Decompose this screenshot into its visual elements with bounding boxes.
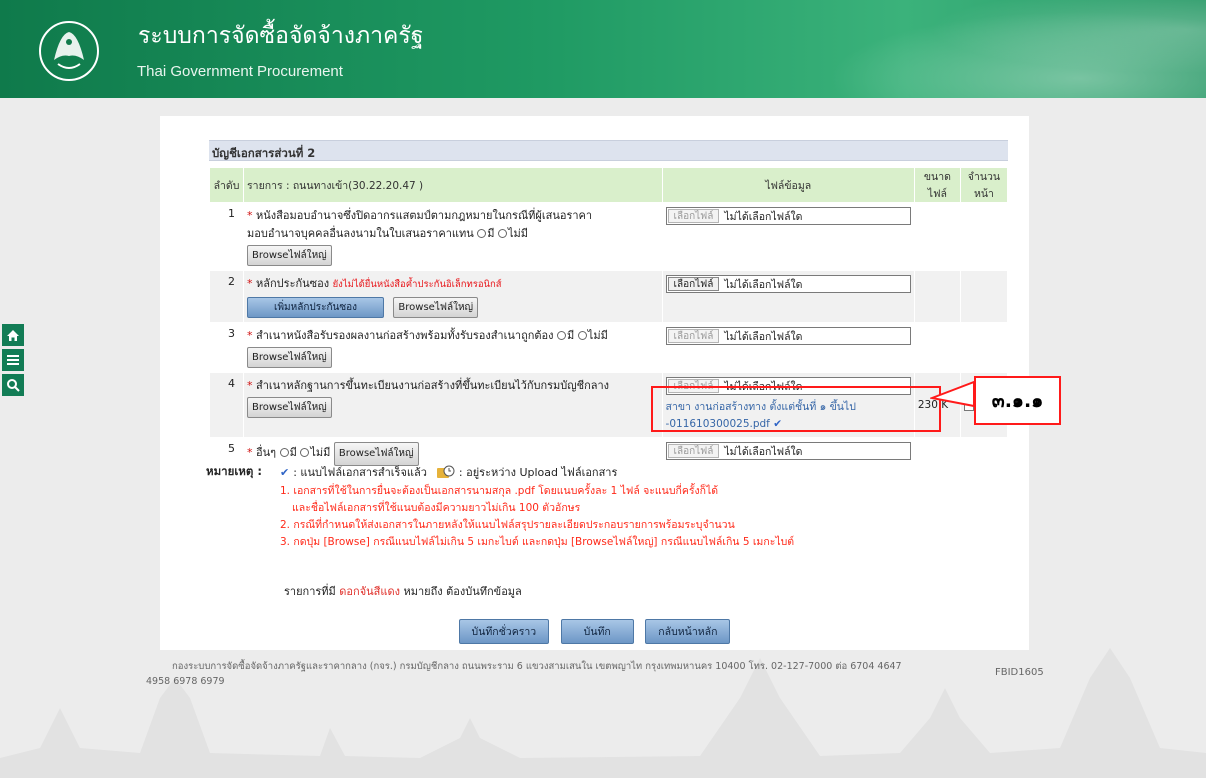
file-input[interactable]: เลือกไฟล์ ไม่ได้เลือกไฟล์ใด [665, 442, 911, 460]
table-row: 1 * หนังสือมอบอำนาจซึ่งปิดอากรแสตมป์ตามก… [208, 202, 1009, 271]
table-row: 3 * สำเนาหนังสือรับรองผลงานก่อสร้างพร้อม… [208, 322, 1009, 373]
government-seal-icon [39, 21, 99, 81]
row-label: สำเนาหนังสือรับรองผลงานก่อสร้างพร้อมทั้ง… [256, 329, 554, 342]
row-number: 3 [208, 322, 245, 373]
radio-yes-label: มี [289, 446, 297, 459]
col-size: ขนาด ไฟล์ [913, 167, 961, 203]
radio-yes-label: มี [567, 329, 575, 342]
file-input[interactable]: เลือกไฟล์ ไม่ได้เลือกไฟล์ใด [665, 327, 911, 345]
choose-file-button[interactable]: เลือกไฟล์ [667, 444, 720, 458]
col-item: รายการ : ถนนทางเข้า(30.22.20.47 ) [243, 167, 663, 203]
form-id: FBID1605 [995, 667, 1044, 678]
required-asterisk: * [247, 446, 253, 459]
note-1: 1. เอกสารที่ใช้ในการยื่นจะต้องเป็นเอกสาร… [280, 485, 719, 497]
required-asterisk: * [247, 329, 253, 342]
note-3: 3. กดปุ่ม [Browse] กรณีแนบไฟล์ไม่เกิน 5 … [280, 536, 795, 548]
radio-yes-label: มี [487, 227, 495, 240]
table-row: 2 * หลักประกันซอง ยังไม่ได้ยื่นหนังสือค้… [208, 270, 1009, 323]
required-legend: รายการที่มี ดอกจันสีแดง หมายถึง ต้องบันท… [284, 582, 522, 600]
table-header: ลำดับ รายการ : ถนนทางเข้า(30.22.20.47 ) … [208, 167, 1009, 203]
col-file: ไฟล์ข้อมูล [661, 167, 915, 203]
required-legend-red: ดอกจันสีแดง [339, 585, 400, 598]
radio-yes[interactable] [557, 331, 567, 340]
choose-file-button[interactable]: เลือกไฟล์ [667, 329, 720, 343]
row-label: อื่นๆ [256, 446, 277, 459]
browse-large-button[interactable]: Browseไฟล์ใหญ่ [247, 397, 332, 418]
row-number: 1 [208, 202, 245, 271]
row-number: 2 [208, 270, 245, 323]
site-title: ระบบการจัดซื้อจัดจ้างภาครัฐ [138, 23, 424, 49]
action-buttons: บันทึกชั่วคราว บันทึก กลับหน้าหลัก [160, 619, 1029, 644]
no-file-text: ไม่ได้เลือกไฟล์ใด [724, 330, 803, 343]
radio-no-label: ไม่มี [310, 446, 331, 459]
menu-icon[interactable] [2, 349, 24, 371]
radio-yes[interactable] [477, 229, 487, 238]
back-home-button[interactable]: กลับหน้าหลัก [645, 619, 731, 644]
row-label: หลักประกันซอง [256, 277, 330, 290]
radio-no-label: ไม่มี [508, 227, 529, 240]
footer-text-cont: 4958 6978 6979 [146, 676, 225, 687]
radio-no[interactable] [300, 448, 310, 457]
uploading-legend: : อยู่ระหว่าง Upload ไฟล์เอกสาร [458, 466, 618, 479]
annotation-label: ๓.๑.๑ [974, 376, 1061, 425]
row-number: 4 [208, 372, 245, 438]
save-draft-button[interactable]: บันทึกชั่วคราว [458, 619, 550, 644]
main-panel: บัญชีเอกสารส่วนที่ 2 ลำดับ รายการ : ถนนท… [160, 116, 1029, 650]
row-label-cont: มอบอำนาจบุคคลอื่นลงนามในใบเสนอราคาแทน [247, 227, 474, 240]
no-file-text: ไม่ได้เลือกไฟล์ใด [724, 445, 803, 458]
choose-file-button[interactable]: เลือกไฟล์ [667, 209, 720, 223]
choose-file-button[interactable]: เลือกไฟล์ [667, 277, 720, 291]
required-legend-pre: รายการที่มี [284, 585, 336, 598]
file-input[interactable]: เลือกไฟล์ ไม่ได้เลือกไฟล์ใด [665, 275, 911, 293]
no-file-text: ไม่ได้เลือกไฟล์ใด [724, 278, 803, 291]
browse-large-button[interactable]: Browseไฟล์ใหญ่ [247, 347, 332, 368]
annotation-arrow [930, 380, 975, 408]
footer: กองระบบการจัดซื้อจัดจ้างภาครัฐและราคากลา… [146, 659, 980, 689]
note-2: 2. กรณีที่กำหนดให้ส่งเอกสารในภายหลังให้แ… [280, 519, 735, 531]
row-label: สำเนาหลักฐานการขึ้นทะเบียนงานก่อสร้างที่… [256, 379, 610, 392]
radio-no[interactable] [577, 331, 587, 340]
site-header: ระบบการจัดซื้อจัดจ้างภาครัฐ Thai Governm… [0, 0, 1206, 98]
note-1-cont: และชื่อไฟล์เอกสารที่ใช้แนบต้องมีความยาวไ… [292, 502, 581, 514]
radio-no[interactable] [498, 229, 508, 238]
guarantee-warning: ยังไม่ได้ยื่นหนังสือค้ำประกันอิเล็กทรอนิ… [332, 279, 502, 290]
browse-large-button[interactable]: Browseไฟล์ใหญ่ [393, 297, 479, 318]
add-guarantee-button[interactable]: เพิ่มหลักประกันซอง [247, 297, 385, 318]
search-icon[interactable] [2, 374, 24, 396]
save-button[interactable]: บันทึก [560, 619, 634, 644]
side-nav [2, 324, 24, 399]
notes-label: หมายเหตุ : [206, 464, 262, 478]
site-subtitle: Thai Government Procurement [137, 63, 343, 80]
attached-legend: : แนบไฟล์เอกสารสำเร็จแล้ว [293, 466, 427, 479]
row-label: หนังสือมอบอำนาจซึ่งปิดอากรแสตมป์ตามกฎหมา… [256, 209, 593, 222]
radio-no-label: ไม่มี [587, 329, 608, 342]
no-file-text: ไม่ได้เลือกไฟล์ใด [724, 210, 803, 223]
footer-text: กองระบบการจัดซื้อจัดจ้างภาครัฐและราคากลา… [172, 661, 902, 672]
header-decoration [786, 0, 1206, 98]
col-no: ลำดับ [208, 167, 245, 203]
radio-yes[interactable] [279, 448, 289, 457]
col-pages: จำนวน หน้า [959, 167, 1009, 203]
required-asterisk: * [247, 277, 253, 290]
browse-large-button[interactable]: Browseไฟล์ใหญ่ [247, 245, 332, 266]
required-asterisk: * [247, 209, 253, 222]
required-legend-post: หมายถึง ต้องบันทึกข้อมูล [403, 585, 522, 598]
home-icon[interactable] [2, 324, 24, 346]
uploading-icon [436, 465, 455, 478]
file-input[interactable]: เลือกไฟล์ ไม่ได้เลือกไฟล์ใด [665, 207, 911, 225]
annotation-highlight [651, 386, 941, 432]
required-asterisk: * [247, 379, 253, 392]
checkmark-icon: ✔ [280, 465, 290, 479]
section-title: บัญชีเอกสารส่วนที่ 2 [209, 140, 1008, 161]
notes-section: หมายเหตุ : ✔ : แนบไฟล์เอกสารสำเร็จแล้ว :… [206, 463, 1006, 551]
